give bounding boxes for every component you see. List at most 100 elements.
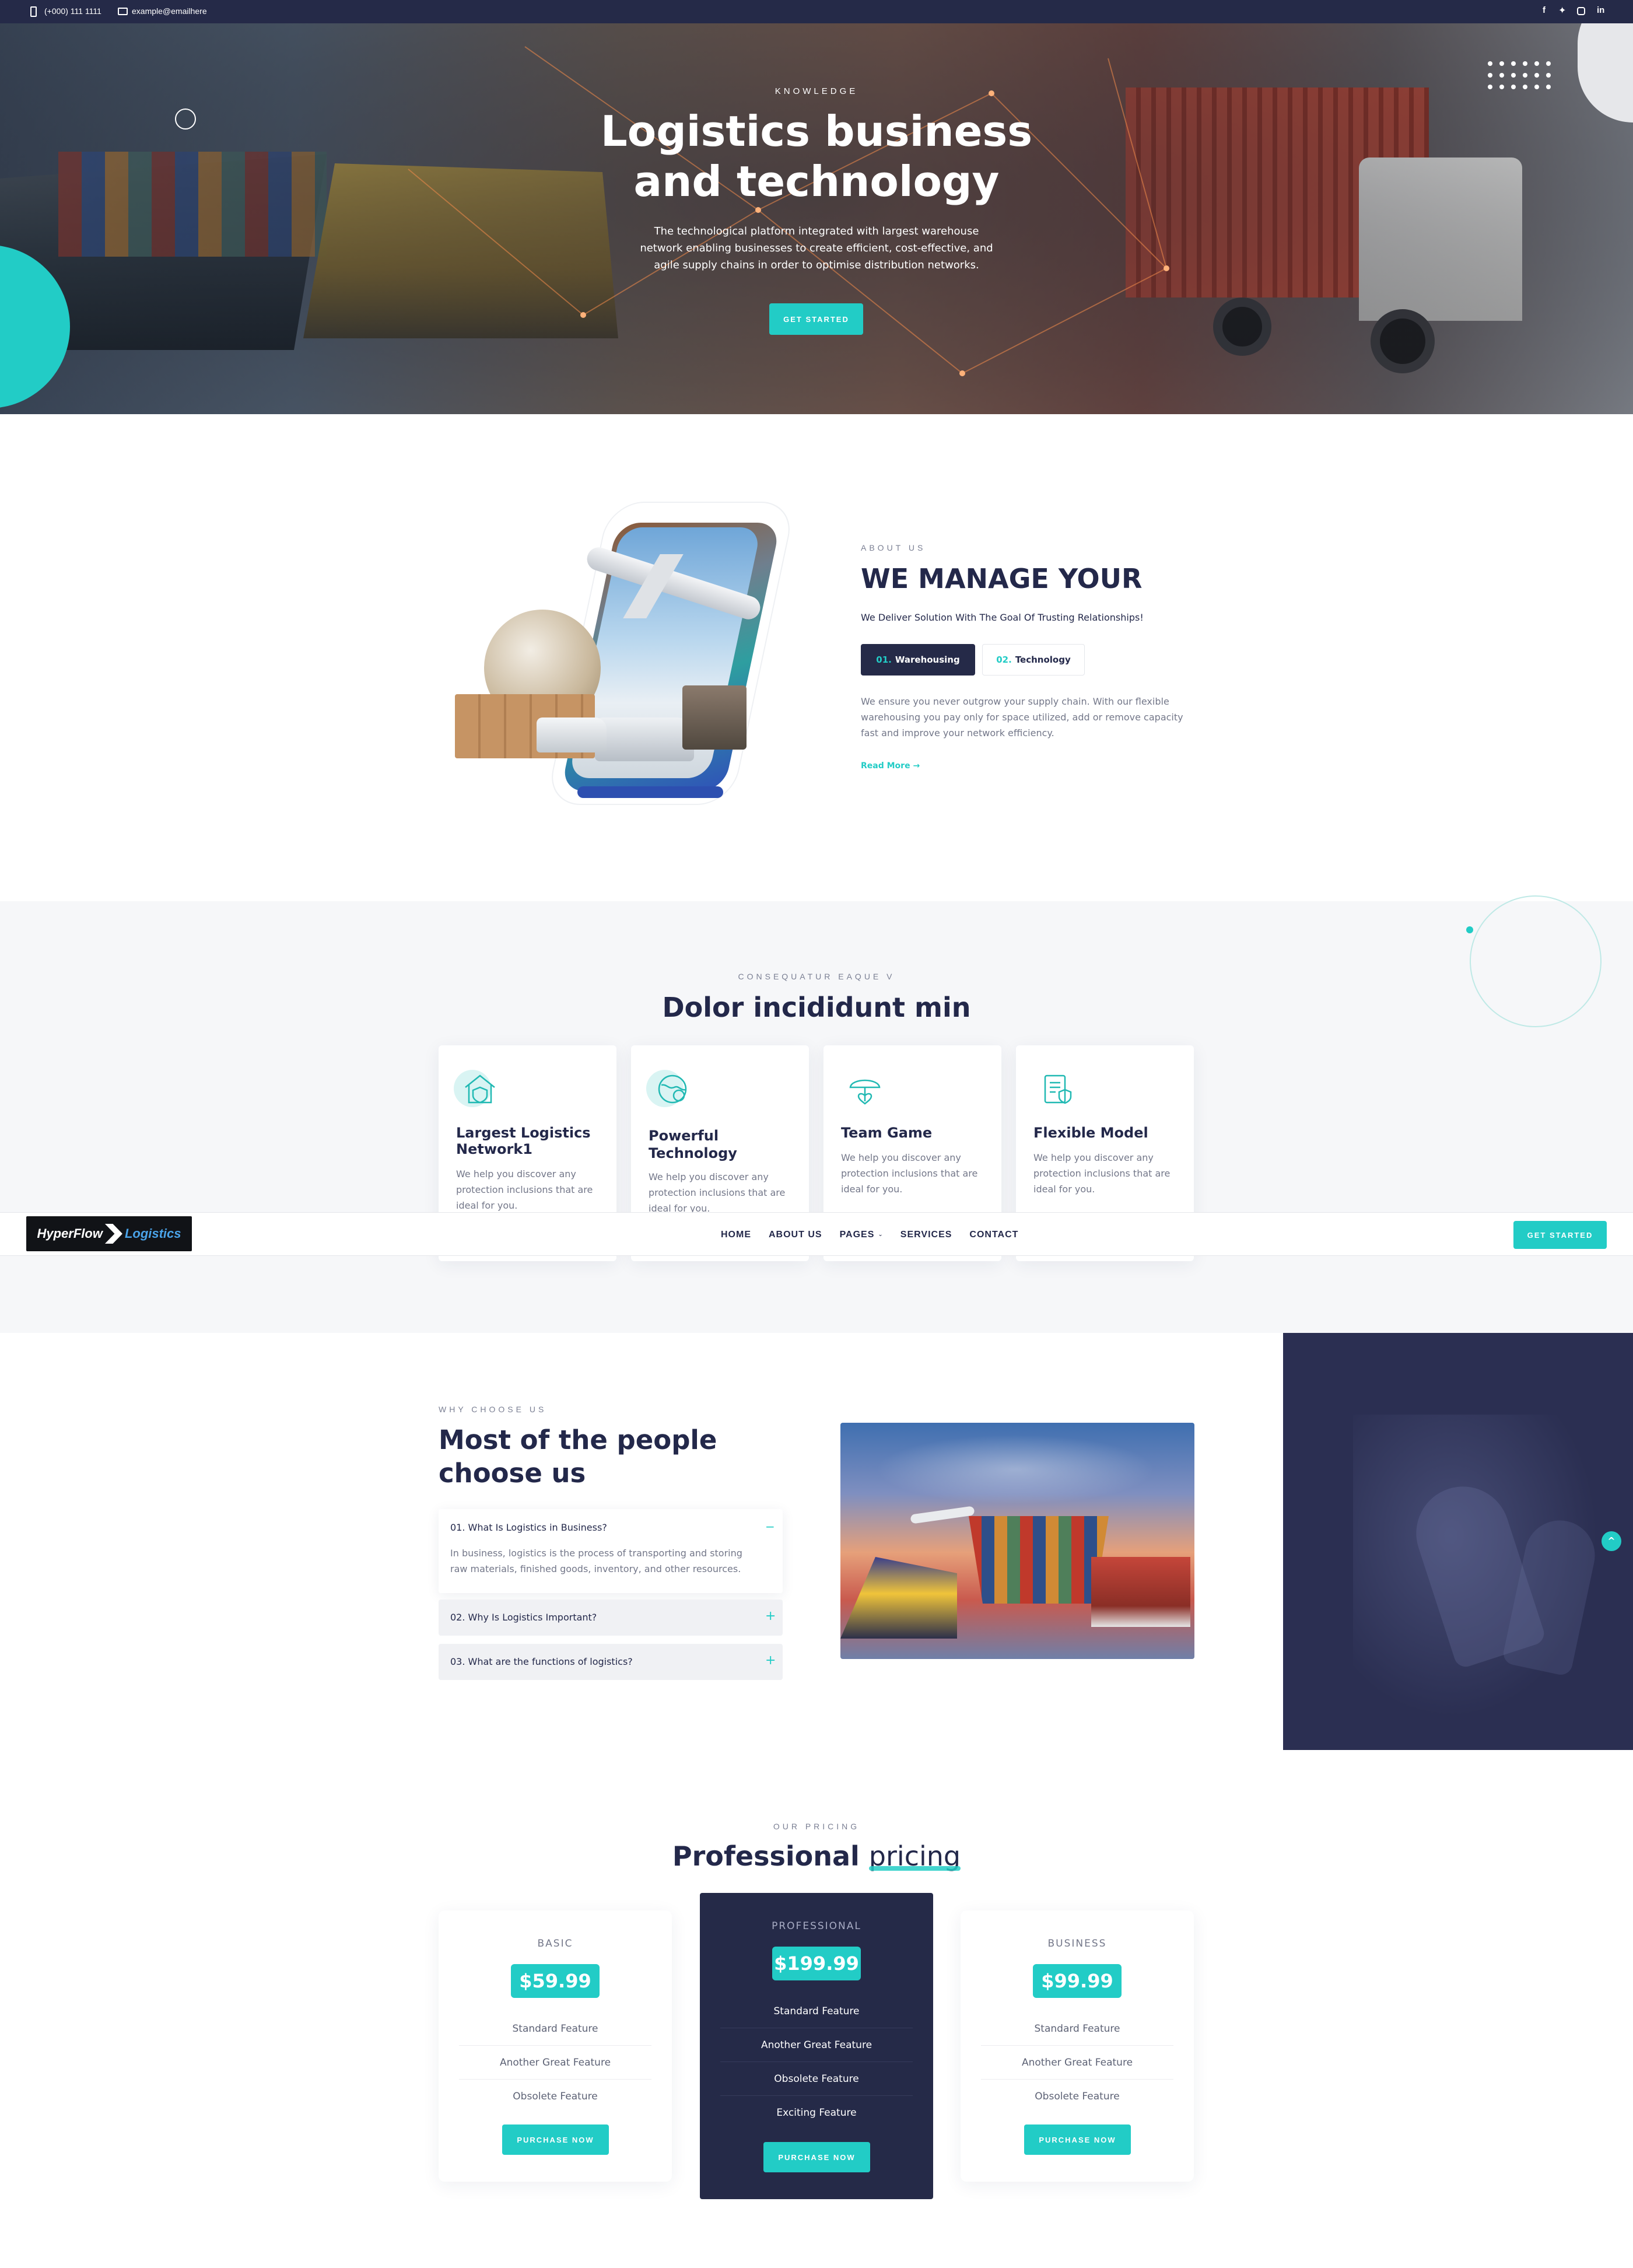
phone-base-stroke <box>577 786 723 798</box>
plan-name: BASIC <box>537 1938 573 1950</box>
phone-icon <box>30 6 37 17</box>
why-side-panel <box>1283 1333 1633 1750</box>
why-title: Most of the people choose us <box>439 1424 717 1489</box>
logo-text-primary: HyperFlow <box>37 1226 103 1241</box>
faq-answer: In business, logistics is the process of… <box>450 1548 742 1574</box>
mail-icon <box>118 8 128 15</box>
sticky-navbar: HyperFlow Logistics HOME ABOUT US PAGES … <box>0 1212 1633 1256</box>
decor-teal-dot <box>1466 926 1473 933</box>
feature-text: We help you discover any protection incl… <box>1033 1152 1171 1195</box>
umbrella-heart-icon <box>849 1079 881 1105</box>
nav-contact[interactable]: CONTACT <box>969 1230 1018 1240</box>
world-map-overlay <box>875 1434 1155 1504</box>
plan-price: $99.99 <box>1033 1964 1122 1998</box>
logistics-collage-image <box>840 1423 1194 1659</box>
decor-ring <box>175 108 196 130</box>
collapse-icon[interactable]: − <box>765 1520 775 1534</box>
truck-image <box>1091 1557 1190 1627</box>
plan-feature: Obsolete Feature <box>1035 2091 1120 2102</box>
network-lines-graphic <box>408 46 1169 376</box>
expand-icon[interactable]: + <box>765 1609 776 1623</box>
why-section: ^ WHY CHOOSE US Most of the people choos… <box>0 1333 1633 1750</box>
feature-title: Team Game <box>841 1125 933 1141</box>
tab-label: Technology <box>1015 654 1071 665</box>
hero-title-line1: Logistics business <box>600 107 1033 156</box>
plan-features: Standard Feature Another Great Feature O… <box>720 1994 913 2130</box>
faq-item[interactable]: 02. Why Is Logistics Important? + <box>439 1600 783 1636</box>
feature-title: Flexible Model <box>1033 1125 1148 1141</box>
decor-ring-outline <box>1470 895 1602 1027</box>
faq-question: 02. Why Is Logistics Important? <box>450 1612 597 1623</box>
tab-technology[interactable]: 02. Technology <box>982 644 1085 676</box>
about-illustration <box>449 502 822 817</box>
plan-features: Standard Feature Another Great Feature O… <box>981 2012 1173 2113</box>
logo-chevron-icon <box>104 1224 122 1244</box>
hero-get-started-button[interactable]: GET STARTED <box>769 303 863 335</box>
train-image <box>840 1557 957 1639</box>
linkedin-icon[interactable]: in <box>1597 5 1604 15</box>
feature-title: Powerful Technology <box>649 1128 737 1161</box>
feature-text: We help you discover any protection incl… <box>456 1168 593 1211</box>
plan-name: PROFESSIONAL <box>772 1920 861 1932</box>
faq-question[interactable]: 01. What Is Logistics in Business? <box>450 1522 607 1533</box>
pricing-card-business: BUSINESS $99.99 Standard Feature Another… <box>961 1910 1194 2182</box>
hero-subtitle-line3: agile supply chains in order to optimise… <box>654 259 979 271</box>
hero-subtitle-line1: The technological platform integrated wi… <box>654 225 979 237</box>
nav-get-started-button[interactable]: GET STARTED <box>1513 1221 1607 1249</box>
plan-features: Standard Feature Another Great Feature O… <box>459 2012 651 2113</box>
brush-underline <box>868 1866 961 1871</box>
about-tagline: We Deliver Solution With The Goal Of Tru… <box>861 612 1144 623</box>
nav-pages[interactable]: PAGES ⌄ <box>840 1230 883 1240</box>
pricing-section: OUR PRICING Professional pricing BASIC $… <box>0 1750 1633 2268</box>
nav-home[interactable]: HOME <box>721 1230 751 1240</box>
globe-gear-icon <box>658 1074 687 1104</box>
tab-number: 01. <box>876 654 892 665</box>
read-more-link[interactable]: Read More → <box>861 761 920 771</box>
plan-price: $59.99 <box>511 1964 600 1998</box>
purchase-now-button[interactable]: PURCHASE NOW <box>502 2124 609 2155</box>
van-image <box>595 718 694 761</box>
chevron-down-icon: ⌄ <box>878 1231 883 1238</box>
faq-item[interactable]: 03. What are the functions of logistics?… <box>439 1644 783 1680</box>
email-address[interactable]: example@emailhere <box>132 6 207 16</box>
plan-price: $199.99 <box>772 1947 861 1980</box>
facebook-icon[interactable]: f <box>1543 5 1546 15</box>
tab-warehousing[interactable]: 01. Warehousing <box>861 644 975 676</box>
scroll-to-top-button[interactable]: ^ <box>1602 1531 1621 1551</box>
plan-feature: Standard Feature <box>981 2012 1173 2046</box>
plan-feature: Another Great Feature <box>981 2046 1173 2080</box>
clipboard-shield-icon <box>1044 1074 1072 1104</box>
top-bar: (+000) 111 1111 example@emailhere f ✦ in <box>0 0 1633 23</box>
plan-feature: Obsolete Feature <box>720 2062 913 2096</box>
decor-dot-grid <box>1488 61 1551 89</box>
pricing-kicker: OUR PRICING <box>773 1822 860 1831</box>
faq-question: 03. What are the functions of logistics? <box>450 1656 633 1667</box>
logo[interactable]: HyperFlow Logistics <box>26 1216 192 1251</box>
twitter-icon[interactable]: ✦ <box>1558 5 1566 16</box>
purchase-now-button[interactable]: PURCHASE NOW <box>763 2142 870 2172</box>
about-title: WE MANAGE YOUR <box>861 563 1143 594</box>
features-section: CONSEQUATUR EAQUE V Dolor incididunt min… <box>0 895 1633 1333</box>
hero-subtitle-line2: network enabling businesses to create ef… <box>640 242 993 254</box>
phone-number[interactable]: (+000) 111 1111 <box>44 6 101 16</box>
plan-name: BUSINESS <box>1047 1938 1107 1950</box>
purchase-now-button[interactable]: PURCHASE NOW <box>1024 2124 1131 2155</box>
pricing-card-basic: BASIC $59.99 Standard Feature Another Gr… <box>439 1910 672 2182</box>
pricing-title-highlight: pricing <box>868 1840 961 1872</box>
feature-title: Largest Logistics Network1 <box>456 1125 591 1157</box>
instagram-icon[interactable] <box>1577 7 1585 15</box>
tab-number: 02. <box>996 654 1012 665</box>
pricing-title: Professional pricing <box>672 1840 961 1872</box>
plan-feature: Another Great Feature <box>720 2028 913 2062</box>
features-title: Dolor incididunt min <box>662 992 971 1023</box>
plan-feature: Standard Feature <box>459 2012 651 2046</box>
hero-title: Logistics business and technology <box>525 106 1108 206</box>
expand-icon[interactable]: + <box>765 1653 776 1668</box>
chevron-up-icon: ^ <box>1607 1535 1616 1546</box>
feature-text: We help you discover any protection incl… <box>649 1171 786 1214</box>
features-kicker: CONSEQUATUR EAQUE V <box>738 972 895 981</box>
nav-services[interactable]: SERVICES <box>900 1230 952 1240</box>
small-van-image <box>537 718 607 752</box>
plan-feature: Another Great Feature <box>459 2046 651 2080</box>
nav-about-us[interactable]: ABOUT US <box>769 1230 822 1240</box>
